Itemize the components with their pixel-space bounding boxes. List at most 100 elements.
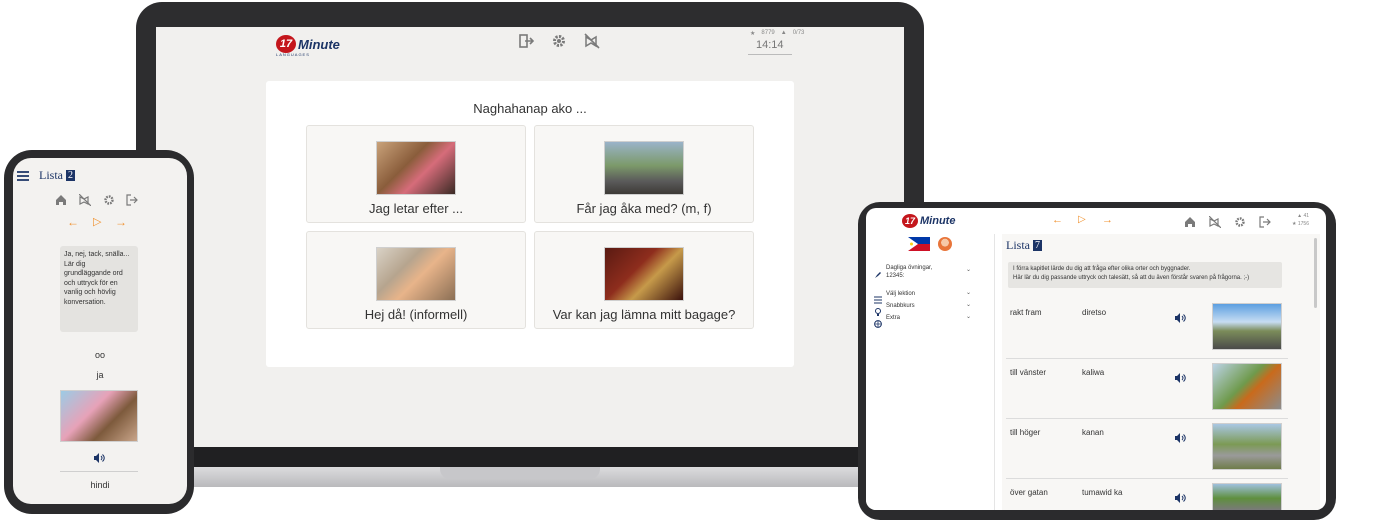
vocab-row: över gatan tumawid ka xyxy=(1006,480,1288,510)
word-native: till vänster xyxy=(1010,368,1047,377)
answer-label: Får jag åka med? (m, f) xyxy=(576,201,712,216)
chevron-down-icon[interactable]: ⌄ xyxy=(966,289,971,296)
quiz-question: Naghahanap ako ... xyxy=(473,101,587,116)
quiz-card: Naghahanap ako ... Jag letar efter ... F… xyxy=(266,81,794,367)
luggage-room-photo xyxy=(604,247,684,301)
avatar[interactable] xyxy=(938,237,952,251)
laptop-stats: ★ 8779 ▲ 0/73 xyxy=(750,30,804,37)
brand-logo[interactable]: 17 Minute xyxy=(276,35,340,53)
mortarboard-icon: ▲ xyxy=(780,30,787,36)
speaker-icon[interactable] xyxy=(1174,490,1186,508)
list-number: 2 xyxy=(66,170,75,181)
answer-label: Var kan jag lämna mitt bagage? xyxy=(552,307,736,322)
intro-line: I förra kapitlet lärde du dig att fråga … xyxy=(1013,266,1191,272)
philippines-flag-icon[interactable] xyxy=(908,237,930,251)
next-word: hindi xyxy=(90,480,110,490)
scrollbar[interactable] xyxy=(1314,238,1317,308)
sidebar-item-lesson[interactable]: Välj lektion xyxy=(886,291,915,297)
brand-name: Minute xyxy=(298,36,340,52)
word-foreign: oo xyxy=(94,350,105,360)
left-sign-photo xyxy=(1212,363,1282,410)
answer-option[interactable]: Hej då! (informell) xyxy=(306,231,526,329)
sidebar-item-daily[interactable]: Dagliga övningar, 12345: xyxy=(886,264,946,280)
word-foreign: kanan xyxy=(1082,428,1104,437)
chevron-down-icon[interactable]: ⌄ xyxy=(966,266,971,273)
mortar-count: 41 xyxy=(1303,213,1309,219)
chevron-down-icon[interactable]: ⌄ xyxy=(966,313,971,320)
prev-arrow-icon[interactable]: ← xyxy=(67,215,79,229)
play-icon[interactable]: ▷ xyxy=(1078,214,1086,225)
mortarboard-icon: ▲ xyxy=(1297,213,1303,219)
tablet-screen: 17 Minute ← ▷ → ▲ 41 ★ 1756 Dagliga övni… xyxy=(866,208,1326,510)
answer-option[interactable]: Får jag åka med? (m, f) xyxy=(534,125,754,223)
no-flashcards-icon[interactable] xyxy=(1208,215,1222,233)
sidebar-item-quick[interactable]: Snabbkurs xyxy=(886,303,915,309)
speaker-icon[interactable] xyxy=(1174,370,1186,388)
brand-name: Minute xyxy=(920,215,956,227)
play-icon[interactable]: ▷ xyxy=(93,215,101,228)
right-road-photo xyxy=(1212,423,1282,470)
answer-option[interactable]: Var kan jag lämna mitt bagage? xyxy=(534,231,754,329)
main-panel: Lista 7 I förra kapitlet lärde du dig at… xyxy=(1002,234,1320,510)
lesson-intro: Ja, nej, tack, snälla... Lär dig grundlä… xyxy=(60,246,138,332)
list-title: Lista xyxy=(39,168,63,182)
brand-badge: 17 xyxy=(276,35,296,53)
list-title: Lista xyxy=(1006,238,1030,252)
rocket-icon xyxy=(874,266,882,284)
exit-icon[interactable] xyxy=(518,33,535,52)
brand-logo[interactable]: 17 Minute xyxy=(902,214,955,228)
sidebar: Dagliga övningar, 12345: ⌄ Välj lektion … xyxy=(866,234,995,510)
logout-icon[interactable] xyxy=(1259,215,1271,233)
star-icon: ★ xyxy=(750,31,756,37)
gear-icon[interactable] xyxy=(1234,215,1246,233)
speaker-icon[interactable] xyxy=(1174,430,1186,448)
divider xyxy=(60,471,138,472)
gear-icon[interactable] xyxy=(103,193,115,211)
laptop-bezel-bottom xyxy=(156,447,904,467)
gear-icon[interactable] xyxy=(551,33,567,52)
word-native: rakt fram xyxy=(1010,308,1042,317)
no-flashcards-icon[interactable] xyxy=(78,193,92,211)
answer-label: Hej då! (informell) xyxy=(364,307,468,322)
prev-arrow-icon[interactable]: ← xyxy=(1052,214,1063,226)
logout-icon[interactable] xyxy=(126,193,138,211)
stars-count: 8779 xyxy=(761,30,775,36)
speaker-icon[interactable] xyxy=(1174,310,1186,328)
mortar-count: 0/73 xyxy=(792,30,805,36)
speaker-icon[interactable] xyxy=(93,450,105,468)
tablet-list-heading: Lista 7 xyxy=(1006,238,1042,253)
group-looking-photo xyxy=(376,141,456,195)
laptop-notch xyxy=(440,467,600,479)
timer: 14:14 xyxy=(756,39,784,51)
stars-count: 1756 xyxy=(1297,221,1309,227)
next-arrow-icon[interactable]: → xyxy=(1102,214,1113,226)
word-foreign: kaliwa xyxy=(1082,368,1105,377)
answer-label: Jag letar efter ... xyxy=(369,201,463,216)
word-foreign: tumawid ka xyxy=(1082,488,1123,497)
word-foreign: diretso xyxy=(1082,308,1107,317)
next-arrow-icon[interactable]: → xyxy=(115,215,127,229)
word-native: ja xyxy=(96,370,104,380)
brand-sub: LANGUAGES xyxy=(276,52,310,57)
vocab-row: rakt fram diretso xyxy=(1006,300,1288,359)
no-flashcards-icon[interactable] xyxy=(584,33,600,52)
home-icon[interactable] xyxy=(55,193,67,211)
word-native: över gatan xyxy=(1010,488,1048,497)
hitchhiker-photo xyxy=(604,141,684,195)
home-icon[interactable] xyxy=(1184,215,1196,233)
vocab-row: till höger kanan xyxy=(1006,420,1288,479)
sidebar-item-extra[interactable]: Extra xyxy=(886,315,900,321)
laptop-screen: 17 Minute LANGUAGES ★ 8779 ▲ 0/73 14:14 Na… xyxy=(156,27,904,447)
chevron-down-icon[interactable]: ⌄ xyxy=(966,301,971,308)
street-photo xyxy=(1212,483,1282,510)
globe-icon xyxy=(874,315,882,333)
tablet-stats: ▲ 41 ★ 1756 xyxy=(1292,212,1309,228)
menu-icon[interactable] xyxy=(17,168,29,186)
phone-screen: Lista 2 ← ▷ → Ja, nej, tack, snälla... L… xyxy=(13,158,187,504)
answer-option[interactable]: Jag letar efter ... xyxy=(306,125,526,223)
timer-bar xyxy=(748,54,792,55)
list-number: 7 xyxy=(1033,240,1042,251)
word-native: till höger xyxy=(1010,428,1041,437)
phone-list-heading: Lista 2 xyxy=(39,168,75,183)
lesson-intro: I förra kapitlet lärde du dig att fråga … xyxy=(1008,262,1282,288)
